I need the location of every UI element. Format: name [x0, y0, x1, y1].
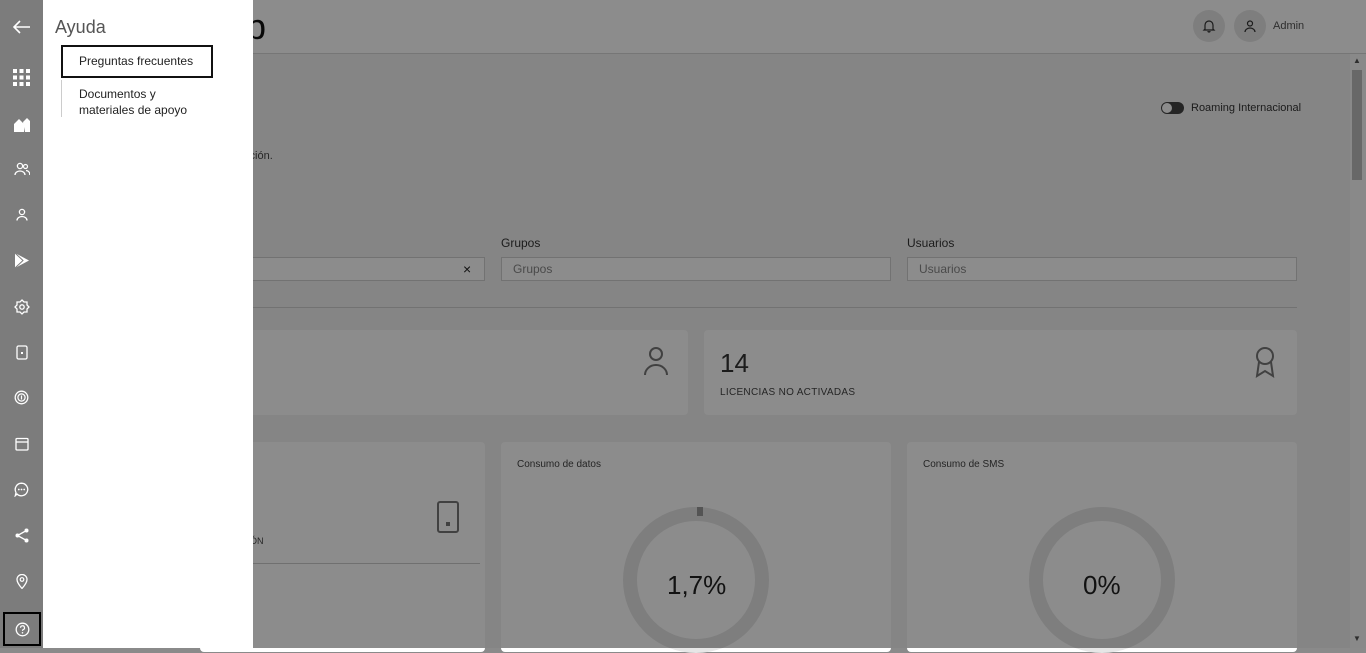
icon-rail	[0, 0, 43, 648]
faq-link[interactable]: Preguntas frecuentes	[61, 45, 213, 78]
help-panel-title: Ayuda	[55, 17, 106, 37]
rail-chat[interactable]	[6, 474, 37, 505]
rail-dashboard[interactable]	[6, 108, 37, 139]
arrow-left-icon	[13, 20, 30, 34]
rail-settings[interactable]	[6, 291, 37, 322]
rail-devices[interactable]	[6, 337, 37, 368]
play-store-icon	[14, 252, 29, 269]
rail-play-store[interactable]	[6, 245, 37, 276]
help-panel: Ayuda Preguntas frecuentes Documentos y …	[43, 0, 253, 648]
rail-apps[interactable]	[6, 62, 37, 93]
dashboard-icon	[13, 117, 30, 132]
settings-icon	[13, 298, 30, 315]
rail-groups[interactable]	[6, 153, 37, 184]
back-button[interactable]	[10, 15, 34, 39]
rail-help[interactable]	[3, 612, 41, 646]
groups-icon	[13, 162, 30, 175]
rail-users[interactable]	[6, 199, 37, 230]
rail-security[interactable]	[6, 382, 37, 413]
location-icon	[15, 574, 28, 589]
share-icon	[15, 528, 28, 543]
calendar-icon	[14, 437, 29, 451]
user-icon	[15, 208, 28, 221]
docs-indicator	[61, 80, 62, 117]
rail-share[interactable]	[6, 520, 37, 551]
rail-calendar[interactable]	[6, 428, 37, 459]
device-icon	[15, 345, 28, 360]
rail-location[interactable]	[6, 566, 37, 597]
apps-grid-icon	[13, 69, 30, 86]
fingerprint-icon	[14, 390, 29, 405]
chat-icon	[14, 482, 29, 497]
help-icon	[15, 622, 29, 636]
docs-link[interactable]: Documentos y materiales de apoyo	[79, 86, 209, 118]
